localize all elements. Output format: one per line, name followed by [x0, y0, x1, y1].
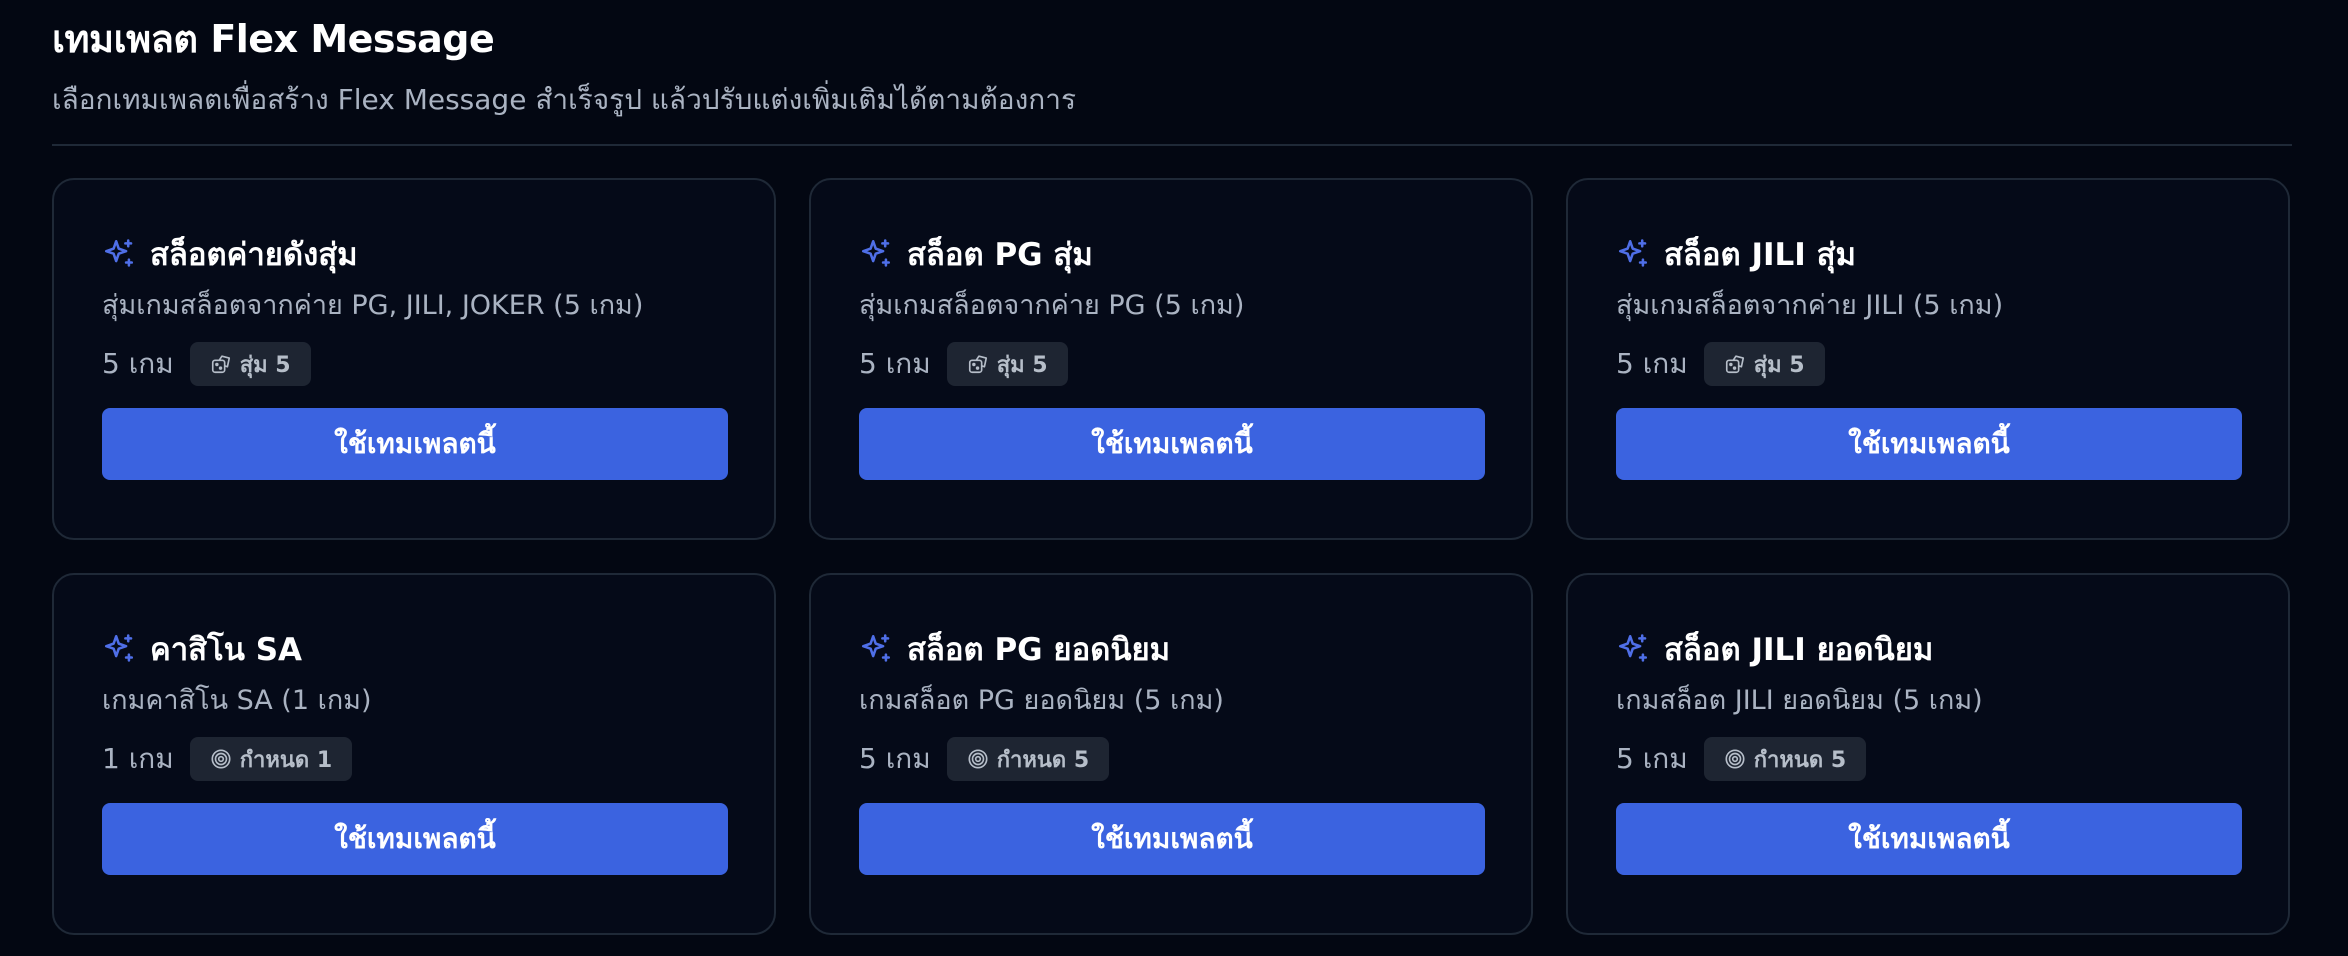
mode-badge: สุ่ม 5: [1703, 342, 1825, 386]
card-header: สล็อต PG สุ่ม: [859, 232, 1483, 276]
card-meta: 5 เกม สุ่ม 5: [102, 342, 726, 386]
card-meta: 5 เกม กำหนด 5: [859, 737, 1483, 781]
sparkle-icon: [1618, 239, 1648, 267]
sparkle-icon: [104, 239, 134, 267]
target-icon: [1725, 749, 1745, 769]
card-header: สล็อตค่ายดังสุ่ม: [102, 232, 726, 276]
game-count: 5 เกม: [859, 347, 931, 380]
template-card-popular-jili-slots: สล็อต JILI ยอดนิยม เกมสล็อต JILI ยอดนิยม…: [1566, 573, 2290, 935]
template-card-casino-sa: คาสิโน SA เกมคาสิโน SA (1 เกม) 1 เกม กำห…: [52, 573, 776, 935]
card-header: สล็อต PG ยอดนิยม: [859, 627, 1483, 671]
card-meta: 1 เกม กำหนด 1: [102, 737, 726, 781]
dice-icon: [968, 355, 987, 374]
badge-label: กำหนด 5: [1753, 747, 1847, 773]
header-divider: [52, 144, 2292, 146]
card-header: สล็อต JILI ยอดนิยม: [1616, 627, 2240, 671]
badge-label: กำหนด 5: [996, 747, 1090, 773]
card-description: สุ่มเกมสล็อตจากค่าย PG, JILI, JOKER (5 เ…: [102, 290, 644, 321]
dice-icon: [1725, 355, 1744, 374]
sparkle-icon: [1618, 634, 1648, 662]
card-meta: 5 เกม กำหนด 5: [1616, 737, 2240, 781]
template-card-random-jili-slots: สล็อต JILI สุ่ม สุ่มเกมสล็อตจากค่าย JILI…: [1566, 178, 2290, 540]
card-description: เกมสล็อต PG ยอดนิยม (5 เกม): [859, 685, 1224, 716]
sparkle-icon: [861, 239, 891, 267]
card-title: สล็อต PG ยอดนิยม: [907, 632, 1171, 668]
badge-label: กำหนด 1: [239, 747, 333, 773]
game-count: 5 เกม: [102, 347, 174, 380]
card-title: สล็อตค่ายดังสุ่ม: [150, 237, 358, 273]
page-subtitle: เลือกเทมเพลตเพื่อสร้าง Flex Message สำเร…: [52, 83, 1076, 116]
page-title: เทมเพลต Flex Message: [52, 17, 495, 61]
badge-label: สุ่ม 5: [1753, 352, 1805, 378]
target-icon: [211, 749, 231, 769]
use-template-button[interactable]: ใช้เทมเพลตนี้: [1616, 408, 2242, 480]
card-title: สล็อต JILI ยอดนิยม: [1664, 632, 1934, 668]
use-template-button[interactable]: ใช้เทมเพลตนี้: [102, 803, 728, 875]
card-header: คาสิโน SA: [102, 627, 726, 671]
card-description: เกมคาสิโน SA (1 เกม): [102, 685, 372, 716]
template-card-random-pg-slots: สล็อต PG สุ่ม สุ่มเกมสล็อตจากค่าย PG (5 …: [809, 178, 1533, 540]
mode-badge: กำหนด 5: [1703, 737, 1867, 781]
game-count: 5 เกม: [1616, 347, 1688, 380]
target-icon: [968, 749, 988, 769]
game-count: 5 เกม: [1616, 742, 1688, 775]
badge-label: สุ่ม 5: [239, 352, 291, 378]
mode-badge: สุ่ม 5: [189, 342, 311, 386]
card-description: เกมสล็อต JILI ยอดนิยม (5 เกม): [1616, 685, 1983, 716]
game-count: 1 เกม: [102, 742, 174, 775]
card-meta: 5 เกม สุ่ม 5: [859, 342, 1483, 386]
page-header: เทมเพลต Flex Message เลือกเทมเพลตเพื่อสร…: [52, 0, 2296, 118]
template-card-popular-pg-slots: สล็อต PG ยอดนิยม เกมสล็อต PG ยอดนิยม (5 …: [809, 573, 1533, 935]
card-title: สล็อต JILI สุ่ม: [1664, 237, 1856, 273]
card-description: สุ่มเกมสล็อตจากค่าย JILI (5 เกม): [1616, 290, 2004, 321]
card-title: สล็อต PG สุ่ม: [907, 237, 1093, 273]
card-title: คาสิโน SA: [150, 632, 303, 668]
mode-badge: สุ่ม 5: [946, 342, 1068, 386]
mode-badge: กำหนด 5: [946, 737, 1110, 781]
use-template-button[interactable]: ใช้เทมเพลตนี้: [859, 408, 1485, 480]
use-template-button[interactable]: ใช้เทมเพลตนี้: [859, 803, 1485, 875]
card-description: สุ่มเกมสล็อตจากค่าย PG (5 เกม): [859, 290, 1245, 321]
use-template-button[interactable]: ใช้เทมเพลตนี้: [102, 408, 728, 480]
card-meta: 5 เกม สุ่ม 5: [1616, 342, 2240, 386]
template-grid: สล็อตค่ายดังสุ่ม สุ่มเกมสล็อตจากค่าย PG,…: [52, 178, 2292, 935]
game-count: 5 เกม: [859, 742, 931, 775]
card-header: สล็อต JILI สุ่ม: [1616, 232, 2240, 276]
sparkle-icon: [104, 634, 134, 662]
dice-icon: [211, 355, 230, 374]
templates-page: เทมเพลต Flex Message เลือกเทมเพลตเพื่อสร…: [0, 0, 2348, 956]
sparkle-icon: [861, 634, 891, 662]
use-template-button[interactable]: ใช้เทมเพลตนี้: [1616, 803, 2242, 875]
template-card-random-popular-slots: สล็อตค่ายดังสุ่ม สุ่มเกมสล็อตจากค่าย PG,…: [52, 178, 776, 540]
mode-badge: กำหนด 1: [189, 737, 353, 781]
badge-label: สุ่ม 5: [996, 352, 1048, 378]
